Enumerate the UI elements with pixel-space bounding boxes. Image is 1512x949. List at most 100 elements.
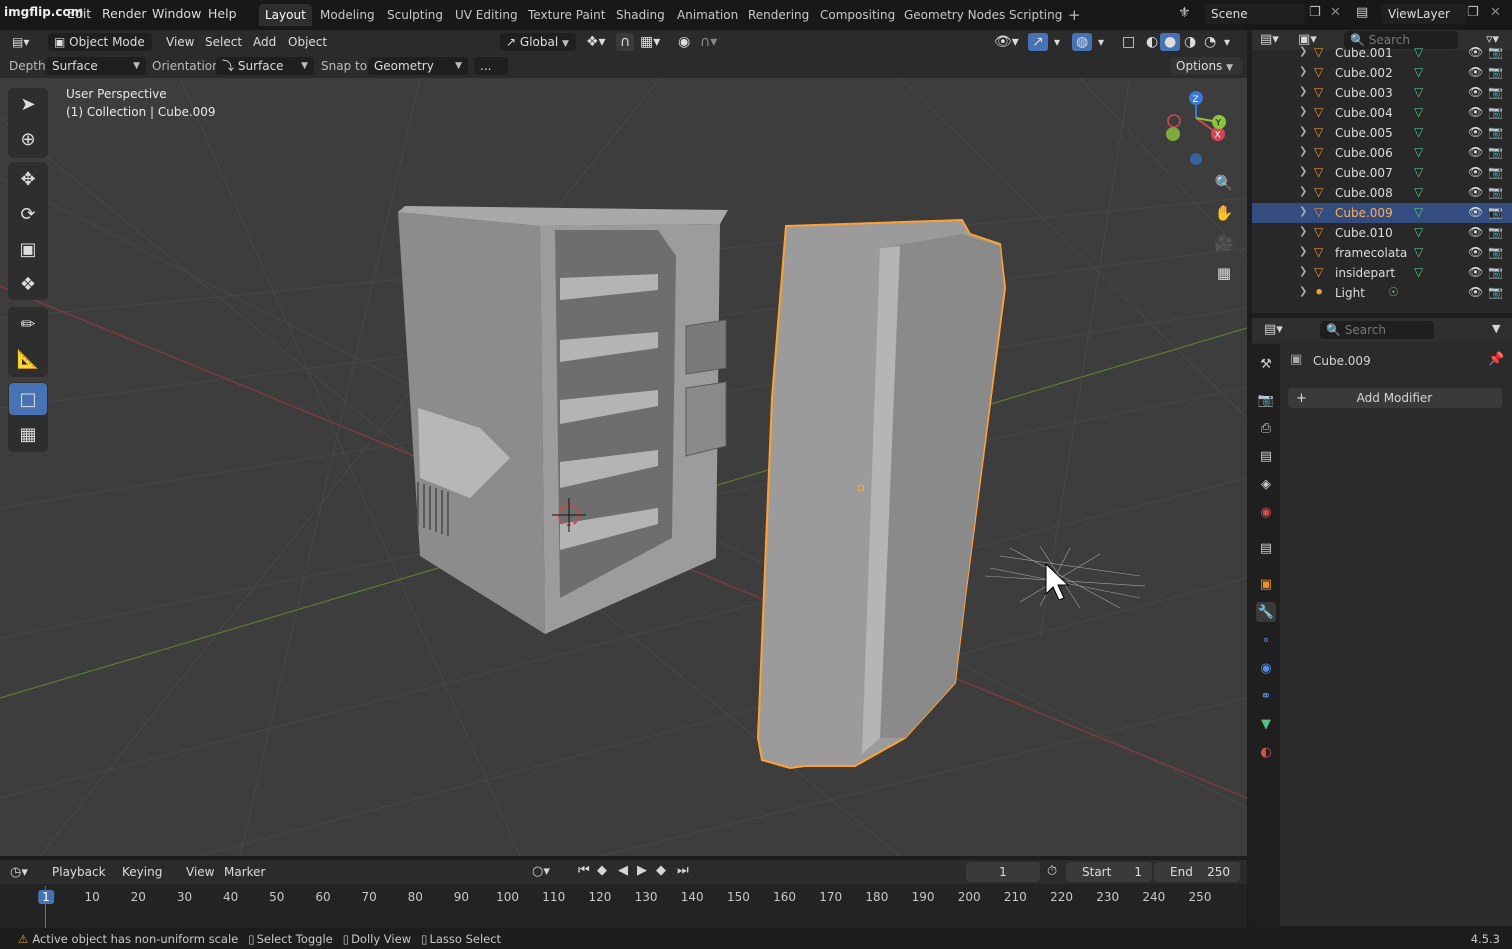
- camera-render-icon[interactable]: 📷: [1488, 145, 1503, 159]
- tab-uv-editing[interactable]: UV Editing: [449, 4, 524, 26]
- depth-dropdown[interactable]: Surface ▼: [46, 57, 146, 75]
- expand-chevron-icon[interactable]: ❯: [1299, 226, 1307, 237]
- scene-tab-icon[interactable]: ◈: [1256, 474, 1276, 494]
- eye-icon[interactable]: 👁: [1468, 45, 1483, 59]
- camera-render-icon[interactable]: 📷: [1488, 185, 1503, 199]
- pivot-icon[interactable]: ❖▾: [582, 33, 610, 51]
- camera-render-icon[interactable]: 📷: [1488, 125, 1503, 139]
- camera-render-icon[interactable]: 📷: [1488, 205, 1503, 219]
- camera-render-icon[interactable]: 📷: [1488, 285, 1503, 299]
- menu-select[interactable]: Select: [201, 33, 246, 51]
- camera-render-icon[interactable]: 📷: [1488, 65, 1503, 79]
- current-frame-field[interactable]: 1: [966, 862, 1040, 882]
- camera-render-icon[interactable]: 📷: [1488, 245, 1503, 259]
- tab-texture-paint[interactable]: Texture Paint: [522, 4, 611, 26]
- snap-to-dropdown[interactable]: Geometry ▼: [368, 57, 468, 75]
- eye-icon[interactable]: 👁: [1468, 145, 1483, 159]
- expand-chevron-icon[interactable]: ❯: [1299, 286, 1307, 297]
- eye-icon[interactable]: 👁: [1468, 265, 1483, 279]
- expand-chevron-icon[interactable]: ❯: [1299, 126, 1307, 137]
- tab-animation[interactable]: Animation: [671, 4, 744, 26]
- editor-type-icon[interactable]: ▤▾: [8, 33, 33, 51]
- eye-icon[interactable]: 👁: [1468, 105, 1483, 119]
- outliner-item[interactable]: ❯ ▽ Cube.001 ▽ 👁 📷: [1252, 43, 1512, 63]
- mesh-data-icon[interactable]: ▽: [1414, 85, 1423, 99]
- camera-render-icon[interactable]: 📷: [1488, 225, 1503, 239]
- pan-hand-icon[interactable]: ✋: [1211, 200, 1237, 226]
- collection-tab-icon[interactable]: ▤: [1256, 538, 1276, 558]
- outliner-item[interactable]: ❯ ▽ Cube.003 ▽ 👁 📷: [1252, 83, 1512, 103]
- camera-render-icon[interactable]: 📷: [1488, 85, 1503, 99]
- mesh-data-icon[interactable]: ▽: [1414, 205, 1423, 219]
- camera-render-icon[interactable]: 📷: [1488, 265, 1503, 279]
- object-tab-icon[interactable]: ▣: [1256, 574, 1276, 594]
- falloff-icon[interactable]: ∩▾: [696, 33, 721, 51]
- extrude-icon[interactable]: ▦: [9, 418, 47, 450]
- eye-icon[interactable]: 👁: [1468, 165, 1483, 179]
- scene-field[interactable]: Scene: [1205, 4, 1305, 24]
- pin-icon[interactable]: 📌: [1488, 352, 1504, 367]
- overlays-icon[interactable]: ◍: [1072, 33, 1093, 51]
- mesh-data-icon[interactable]: ▽: [1414, 125, 1423, 139]
- expand-chevron-icon[interactable]: ❯: [1299, 46, 1307, 57]
- move-icon[interactable]: ✥: [9, 163, 47, 195]
- outliner-item[interactable]: ❯ ▽ Cube.007 ▽ 👁 📷: [1252, 163, 1512, 183]
- world-tab-icon[interactable]: ◉: [1256, 502, 1276, 522]
- ortho-grid-icon[interactable]: ▦: [1211, 260, 1237, 286]
- modifier-tab-icon[interactable]: 🔧: [1256, 602, 1276, 622]
- camera-render-icon[interactable]: 📷: [1488, 165, 1503, 179]
- playback-menu[interactable]: Playback ▼: [46, 863, 116, 897]
- view-layer-tab-icon[interactable]: ▤: [1256, 446, 1276, 466]
- stopwatch-icon[interactable]: ⏱: [1047, 864, 1057, 879]
- camera-render-icon[interactable]: 📷: [1488, 45, 1503, 59]
- next-keyframe-icon[interactable]: ◆: [656, 863, 666, 878]
- outliner-item[interactable]: ❯ ▽ Cube.010 ▽ 👁 📷: [1252, 223, 1512, 243]
- scale-icon[interactable]: ▣: [9, 233, 47, 265]
- transform-icon[interactable]: ❖: [9, 268, 47, 300]
- proportional-edit-icon[interactable]: ◉: [674, 33, 694, 51]
- options-dropdown[interactable]: Options ▼: [1170, 57, 1242, 75]
- outliner-item[interactable]: ❯ ▽ Cube.006 ▽ 👁 📷: [1252, 143, 1512, 163]
- tab-compositing[interactable]: Compositing: [814, 4, 901, 26]
- camera-render-icon[interactable]: 📷: [1488, 105, 1503, 119]
- render-tab-icon[interactable]: 📷: [1256, 390, 1276, 410]
- view-layer-icon[interactable]: ▤: [1356, 5, 1368, 20]
- chevron-down-icon[interactable]: ▾: [1220, 33, 1234, 51]
- outliner-item[interactable]: ❯ ▽ Cube.008 ▽ 👁 📷: [1252, 183, 1512, 203]
- start-frame-field[interactable]: Start 1: [1066, 862, 1152, 882]
- menu-render[interactable]: Render: [102, 6, 147, 21]
- outliner-item[interactable]: ❯ ▽ insidepart ▽ 👁 📷: [1252, 263, 1512, 283]
- select-box-icon[interactable]: ➤: [9, 88, 47, 120]
- chevron-down-icon[interactable]: ▾: [1094, 33, 1108, 51]
- outliner-item[interactable]: ❯ ▽ Cube.002 ▽ 👁 📷: [1252, 63, 1512, 83]
- expand-chevron-icon[interactable]: ❯: [1299, 166, 1307, 177]
- orientation-dropdown[interactable]: ↗ Global ▼: [500, 33, 576, 51]
- zoom-icon[interactable]: 🔍: [1211, 170, 1237, 196]
- add-workspace-icon[interactable]: +: [1068, 6, 1081, 24]
- snap-icon[interactable]: ∩: [616, 33, 635, 51]
- mesh-data-icon[interactable]: ▽: [1414, 185, 1423, 199]
- mesh-data-icon[interactable]: ▽: [1414, 45, 1423, 59]
- physics-tab-icon[interactable]: ◉: [1256, 658, 1276, 678]
- menu-view[interactable]: View: [162, 33, 198, 51]
- material-tab-icon[interactable]: ◐: [1256, 742, 1276, 762]
- solid-shading-icon[interactable]: ●: [1160, 33, 1181, 51]
- mesh-data-icon[interactable]: ▽: [1414, 225, 1423, 239]
- timeline-view-menu[interactable]: View: [182, 863, 218, 881]
- expand-chevron-icon[interactable]: ❯: [1299, 246, 1307, 257]
- eye-icon[interactable]: 👁: [1468, 125, 1483, 139]
- mesh-data-icon[interactable]: ▽: [1414, 65, 1423, 79]
- auto-keying-icon[interactable]: ○▾: [532, 864, 550, 879]
- tab-modeling[interactable]: Modeling: [314, 4, 381, 26]
- 3d-viewport[interactable]: Z X Y: [0, 78, 1247, 856]
- expand-chevron-icon[interactable]: ❯: [1299, 186, 1307, 197]
- expand-chevron-icon[interactable]: ❯: [1299, 146, 1307, 157]
- view-layer-field[interactable]: ViewLayer: [1382, 4, 1466, 24]
- eye-icon[interactable]: 👁: [1468, 185, 1483, 199]
- expand-chevron-icon[interactable]: ❯: [1299, 106, 1307, 117]
- play-reverse-icon[interactable]: ◀: [618, 863, 628, 878]
- data-tab-icon[interactable]: ▼: [1256, 714, 1276, 734]
- chevron-down-icon[interactable]: ▼: [1492, 322, 1500, 335]
- tool-tab-icon[interactable]: ⚒: [1256, 354, 1276, 374]
- add-modifier-button[interactable]: + Add Modifier: [1288, 388, 1502, 408]
